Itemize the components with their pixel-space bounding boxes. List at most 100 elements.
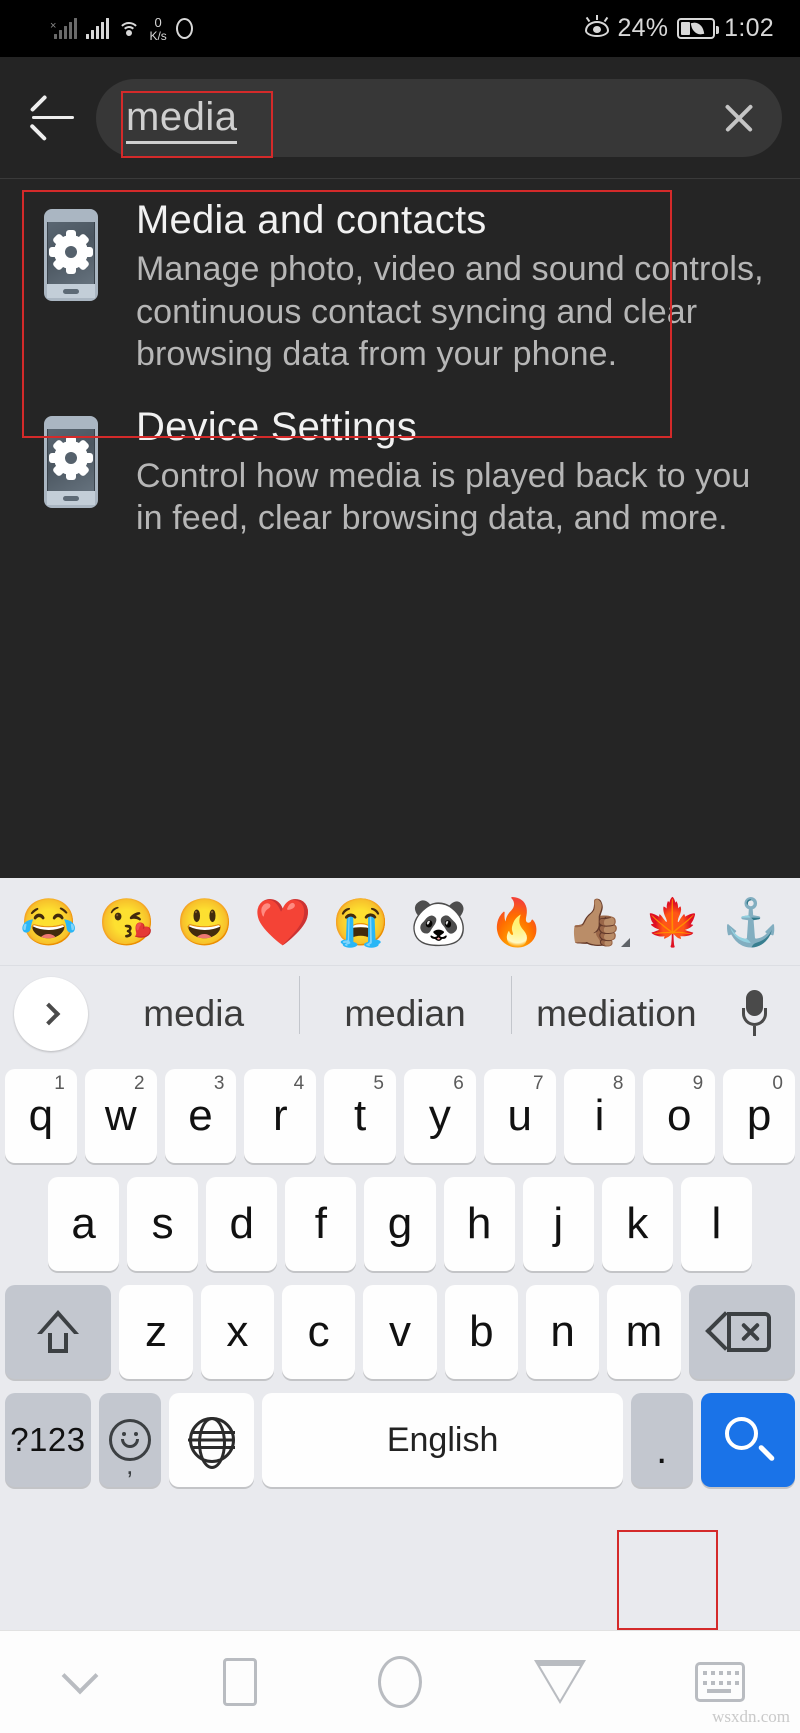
key-number-hint: 2 xyxy=(134,1073,145,1094)
keyboard-row-1: 1q 2w 3e 4r 5t 6y 7u 8i 9o 0p xyxy=(0,1062,800,1170)
key-s[interactable]: s xyxy=(127,1177,199,1271)
key-f[interactable]: f xyxy=(285,1177,357,1271)
search-bar: media xyxy=(0,57,800,179)
key-z[interactable]: z xyxy=(119,1285,193,1379)
key-q[interactable]: 1q xyxy=(5,1069,77,1163)
network-speed-indicator: 0 K/s xyxy=(149,16,166,42)
key-c[interactable]: c xyxy=(282,1285,356,1379)
emoji-comma-key[interactable]: , xyxy=(98,1393,161,1487)
emoji-key[interactable]: 🔥 xyxy=(488,899,545,945)
phone-screen: × 0 K/s 24% 1:02 media Media and contact… xyxy=(0,0,800,1733)
emoji-key[interactable]: ⚓ xyxy=(722,899,779,945)
key-r[interactable]: 4r xyxy=(244,1069,317,1163)
suggestion-item[interactable]: mediation xyxy=(510,976,722,1035)
result-description: Manage photo, video and sound controls, … xyxy=(136,250,764,374)
key-k[interactable]: k xyxy=(601,1177,673,1271)
chevron-right-icon[interactable] xyxy=(14,977,88,1051)
shift-key[interactable] xyxy=(5,1285,112,1379)
key-number-hint: 5 xyxy=(373,1073,384,1094)
key-p[interactable]: 0p xyxy=(723,1069,795,1163)
back-button[interactable] xyxy=(18,83,88,153)
suggestion-item[interactable]: median xyxy=(299,976,510,1035)
search-query-text: media xyxy=(126,95,238,144)
result-title: Media and contacts xyxy=(136,198,487,242)
key-number-hint: 6 xyxy=(453,1073,464,1094)
period-key[interactable]: . xyxy=(630,1393,693,1487)
key-b[interactable]: b xyxy=(444,1285,518,1379)
key-label: r xyxy=(272,1091,288,1140)
search-enter-key[interactable] xyxy=(700,1393,795,1487)
status-bar-left: × 0 K/s xyxy=(48,16,193,42)
result-description: Control how media is played back to you … xyxy=(136,456,751,538)
battery-percent: 24% xyxy=(617,14,669,42)
eye-comfort-icon xyxy=(584,14,609,39)
close-icon[interactable] xyxy=(722,101,756,135)
status-bar: × 0 K/s 24% 1:02 xyxy=(0,0,800,57)
key-u[interactable]: 7u xyxy=(483,1069,556,1163)
square-icon xyxy=(223,1658,257,1706)
key-d[interactable]: d xyxy=(206,1177,278,1271)
circle-icon xyxy=(378,1656,422,1708)
backspace-key[interactable] xyxy=(688,1285,795,1379)
result-item-media-and-contacts[interactable]: Media and contacts Manage photo, video a… xyxy=(0,179,800,386)
key-a[interactable]: a xyxy=(48,1177,120,1271)
key-x[interactable]: x xyxy=(200,1285,274,1379)
triangle-down-icon xyxy=(534,1660,586,1704)
symbols-key[interactable]: ?123 xyxy=(5,1393,91,1487)
emoji-key[interactable]: 😂 xyxy=(20,899,77,945)
emoji-key[interactable]: 🍁 xyxy=(644,899,701,945)
key-number-hint: 0 xyxy=(772,1073,783,1094)
key-j[interactable]: j xyxy=(522,1177,594,1271)
search-results-list: Media and contacts Manage photo, video a… xyxy=(0,179,800,897)
microphone-icon[interactable] xyxy=(722,990,786,1038)
settings-phone-icon xyxy=(44,197,106,376)
key-number-hint: 3 xyxy=(213,1073,225,1094)
globe-key[interactable] xyxy=(168,1393,255,1487)
system-navigation-bar: wsxdn.com xyxy=(0,1630,800,1733)
emoji-key[interactable]: 😃 xyxy=(176,899,233,945)
search-query-wrap: media xyxy=(126,95,238,144)
watermark: wsxdn.com xyxy=(712,1707,790,1726)
key-o[interactable]: 9o xyxy=(643,1069,716,1163)
emoji-key[interactable]: 🐼 xyxy=(410,899,467,945)
key-number-hint: 1 xyxy=(54,1073,65,1094)
globe-icon xyxy=(188,1417,235,1463)
keyboard-row-4: ?123 , English . xyxy=(0,1386,800,1494)
emoji-key[interactable]: ❤️ xyxy=(254,899,311,945)
key-label: p xyxy=(746,1091,772,1140)
key-y[interactable]: 6y xyxy=(404,1069,476,1163)
key-n[interactable]: n xyxy=(525,1285,600,1379)
result-item-device-settings[interactable]: Device Settings Control how media is pla… xyxy=(0,386,800,550)
key-g[interactable]: g xyxy=(364,1177,436,1271)
key-label: y xyxy=(428,1091,451,1140)
emoji-key[interactable]: 😘 xyxy=(98,899,155,945)
keyboard-icon xyxy=(695,1662,745,1702)
key-h[interactable]: h xyxy=(443,1177,515,1271)
key-i[interactable]: 8i xyxy=(563,1069,636,1163)
signal-bars-icon xyxy=(86,17,110,39)
key-l[interactable]: l xyxy=(680,1177,752,1271)
emoji-key[interactable]: 😭 xyxy=(332,899,389,945)
settings-phone-icon xyxy=(44,404,106,540)
key-number-hint: 7 xyxy=(533,1073,544,1094)
hide-keyboard-button[interactable] xyxy=(35,1647,125,1717)
key-number-hint: 9 xyxy=(692,1073,704,1094)
key-t[interactable]: 5t xyxy=(324,1069,396,1163)
wifi-icon xyxy=(118,20,141,38)
key-v[interactable]: v xyxy=(363,1285,437,1379)
home-button[interactable] xyxy=(355,1647,445,1717)
key-w[interactable]: 2w xyxy=(84,1069,157,1163)
search-input[interactable]: media xyxy=(96,78,782,157)
back-button[interactable] xyxy=(515,1647,605,1717)
key-label: t xyxy=(353,1091,367,1140)
key-m[interactable]: m xyxy=(607,1285,681,1379)
result-text: Media and contacts Manage photo, video a… xyxy=(136,197,770,376)
chevron-down-icon xyxy=(61,1657,99,1695)
emoji-key[interactable]: 👍🏽 xyxy=(566,899,630,947)
space-key[interactable]: English xyxy=(262,1393,623,1487)
key-e[interactable]: 3e xyxy=(164,1069,237,1163)
suggestion-item[interactable]: media xyxy=(88,993,299,1035)
emoji-quick-row: 😂 😘 😃 ❤️ 😭 🐼 🔥 👍🏽 🍁 ⚓ xyxy=(0,878,800,966)
suggestion-strip: media median mediation xyxy=(0,966,800,1062)
recents-button[interactable] xyxy=(195,1647,285,1717)
